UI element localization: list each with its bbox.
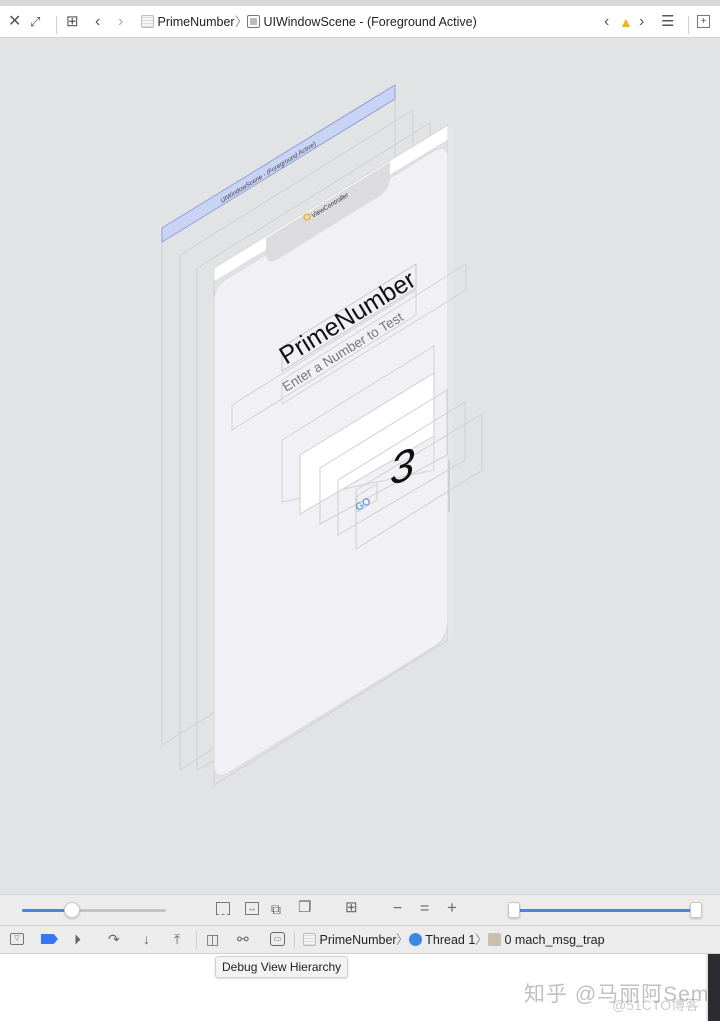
view-controls-bar: ↔ ⧉ ❐ ⊞ − = + [0, 894, 720, 926]
debug-breadcrumb-frame-label: 0 mach_msg_trap [504, 933, 605, 947]
step-over-icon[interactable]: ↷ [108, 931, 120, 947]
toolbar-divider [56, 16, 57, 34]
expand-icon[interactable]: ⤢ [30, 12, 40, 32]
range-slider-track[interactable] [515, 909, 696, 912]
add-editor-icon[interactable]: + [697, 15, 710, 28]
frame-icon [488, 933, 501, 946]
debug-divider [196, 931, 197, 949]
view-hierarchy-canvas[interactable]: UIWindowScene - (Foreground Active) View… [0, 38, 720, 894]
memory-graph-icon[interactable]: ⚯ [237, 931, 249, 947]
zoom-reset-button[interactable]: = [420, 901, 429, 917]
debug-breadcrumb-app[interactable]: PrimeNumber [303, 932, 397, 948]
continue-icon[interactable]: ⏵ [74, 931, 81, 947]
breadcrumb-window-label: UIWindowScene - (Foreground Active) [263, 15, 477, 29]
app-icon [141, 15, 154, 28]
breakpoints-icon[interactable] [41, 934, 58, 944]
breadcrumb-window[interactable]: UIWindowScene - (Foreground Active) [247, 14, 477, 30]
breadcrumb-app-label: PrimeNumber [157, 15, 235, 29]
debug-breadcrumb-app-label: PrimeNumber [319, 933, 397, 947]
step-into-icon[interactable]: ↓ [143, 931, 150, 947]
breadcrumb-app[interactable]: PrimeNumber [141, 14, 235, 30]
issue-next-icon[interactable]: › [639, 12, 644, 32]
back-chevron-icon[interactable]: ‹ [95, 12, 100, 32]
hide-debug-area-icon[interactable]: ▽ [10, 933, 24, 945]
debug-breadcrumb-thread-label: Thread 1 [425, 933, 476, 947]
debug-bar: ▽ ⏵ ↷ ↓ ⤒ ◫ ⚯ ▭ PrimeNumber 〉 Thread 1 〉… [0, 926, 720, 954]
range-slider-min-knob[interactable] [508, 902, 520, 918]
debug-view-hierarchy-tooltip: Debug View Hierarchy [215, 956, 349, 978]
debug-view-hierarchy-icon[interactable]: ◫ [206, 931, 219, 947]
number-field-value: 3 [390, 437, 414, 495]
thread-icon [409, 933, 422, 946]
spacing-slider-knob[interactable] [64, 902, 81, 918]
breadcrumb-separator: 〉 [235, 15, 248, 29]
debug-divider [294, 931, 295, 949]
zoom-in-button[interactable]: + [447, 899, 457, 916]
zoom-out-button[interactable]: − [393, 901, 402, 917]
window-scene-label: UIWindowScene - (Foreground Active) [219, 141, 317, 205]
editor-toolbar: ✕ ⤢ ⊞ ‹ › PrimeNumber 〉 UIWindowScene - … [0, 0, 720, 38]
hierarchy-svg: UIWindowScene - (Foreground Active) View… [161, 84, 483, 786]
grid-icon[interactable]: ⊞ [66, 12, 79, 32]
toolbar-divider [688, 16, 689, 34]
step-out-icon[interactable]: ⤒ [174, 931, 180, 947]
window-icon [247, 15, 260, 28]
environment-overrides-icon[interactable]: ▭ [270, 932, 285, 946]
range-slider-max-knob[interactable] [690, 902, 702, 918]
breadcrumb-separator: 〉 [475, 933, 488, 947]
breadcrumb-separator: 〉 [396, 933, 409, 947]
issue-prev-icon[interactable]: ‹ [604, 12, 609, 32]
side-shade [448, 125, 453, 640]
debug-breadcrumb-frame[interactable]: 0 mach_msg_trap [488, 932, 605, 948]
lines-icon[interactable]: ☰ [661, 12, 674, 32]
clip-contents-icon[interactable] [216, 902, 230, 915]
forward-chevron-icon[interactable]: › [118, 12, 123, 32]
layers-icon[interactable]: ⧉ [271, 901, 281, 917]
console-scrollbar[interactable] [708, 954, 720, 1021]
warning-icon[interactable]: ▲ [619, 12, 633, 32]
orient-icon[interactable]: ⊞ [345, 900, 358, 916]
debug-breadcrumb-thread[interactable]: Thread 1 [409, 932, 475, 948]
watermark-secondary: @51CTO博客 [612, 997, 700, 1013]
wireframe-icon[interactable]: ❐ [298, 900, 311, 916]
app-icon [303, 933, 316, 946]
show-constraints-icon[interactable]: ↔ [245, 902, 259, 915]
close-icon[interactable]: ✕ [8, 12, 21, 32]
